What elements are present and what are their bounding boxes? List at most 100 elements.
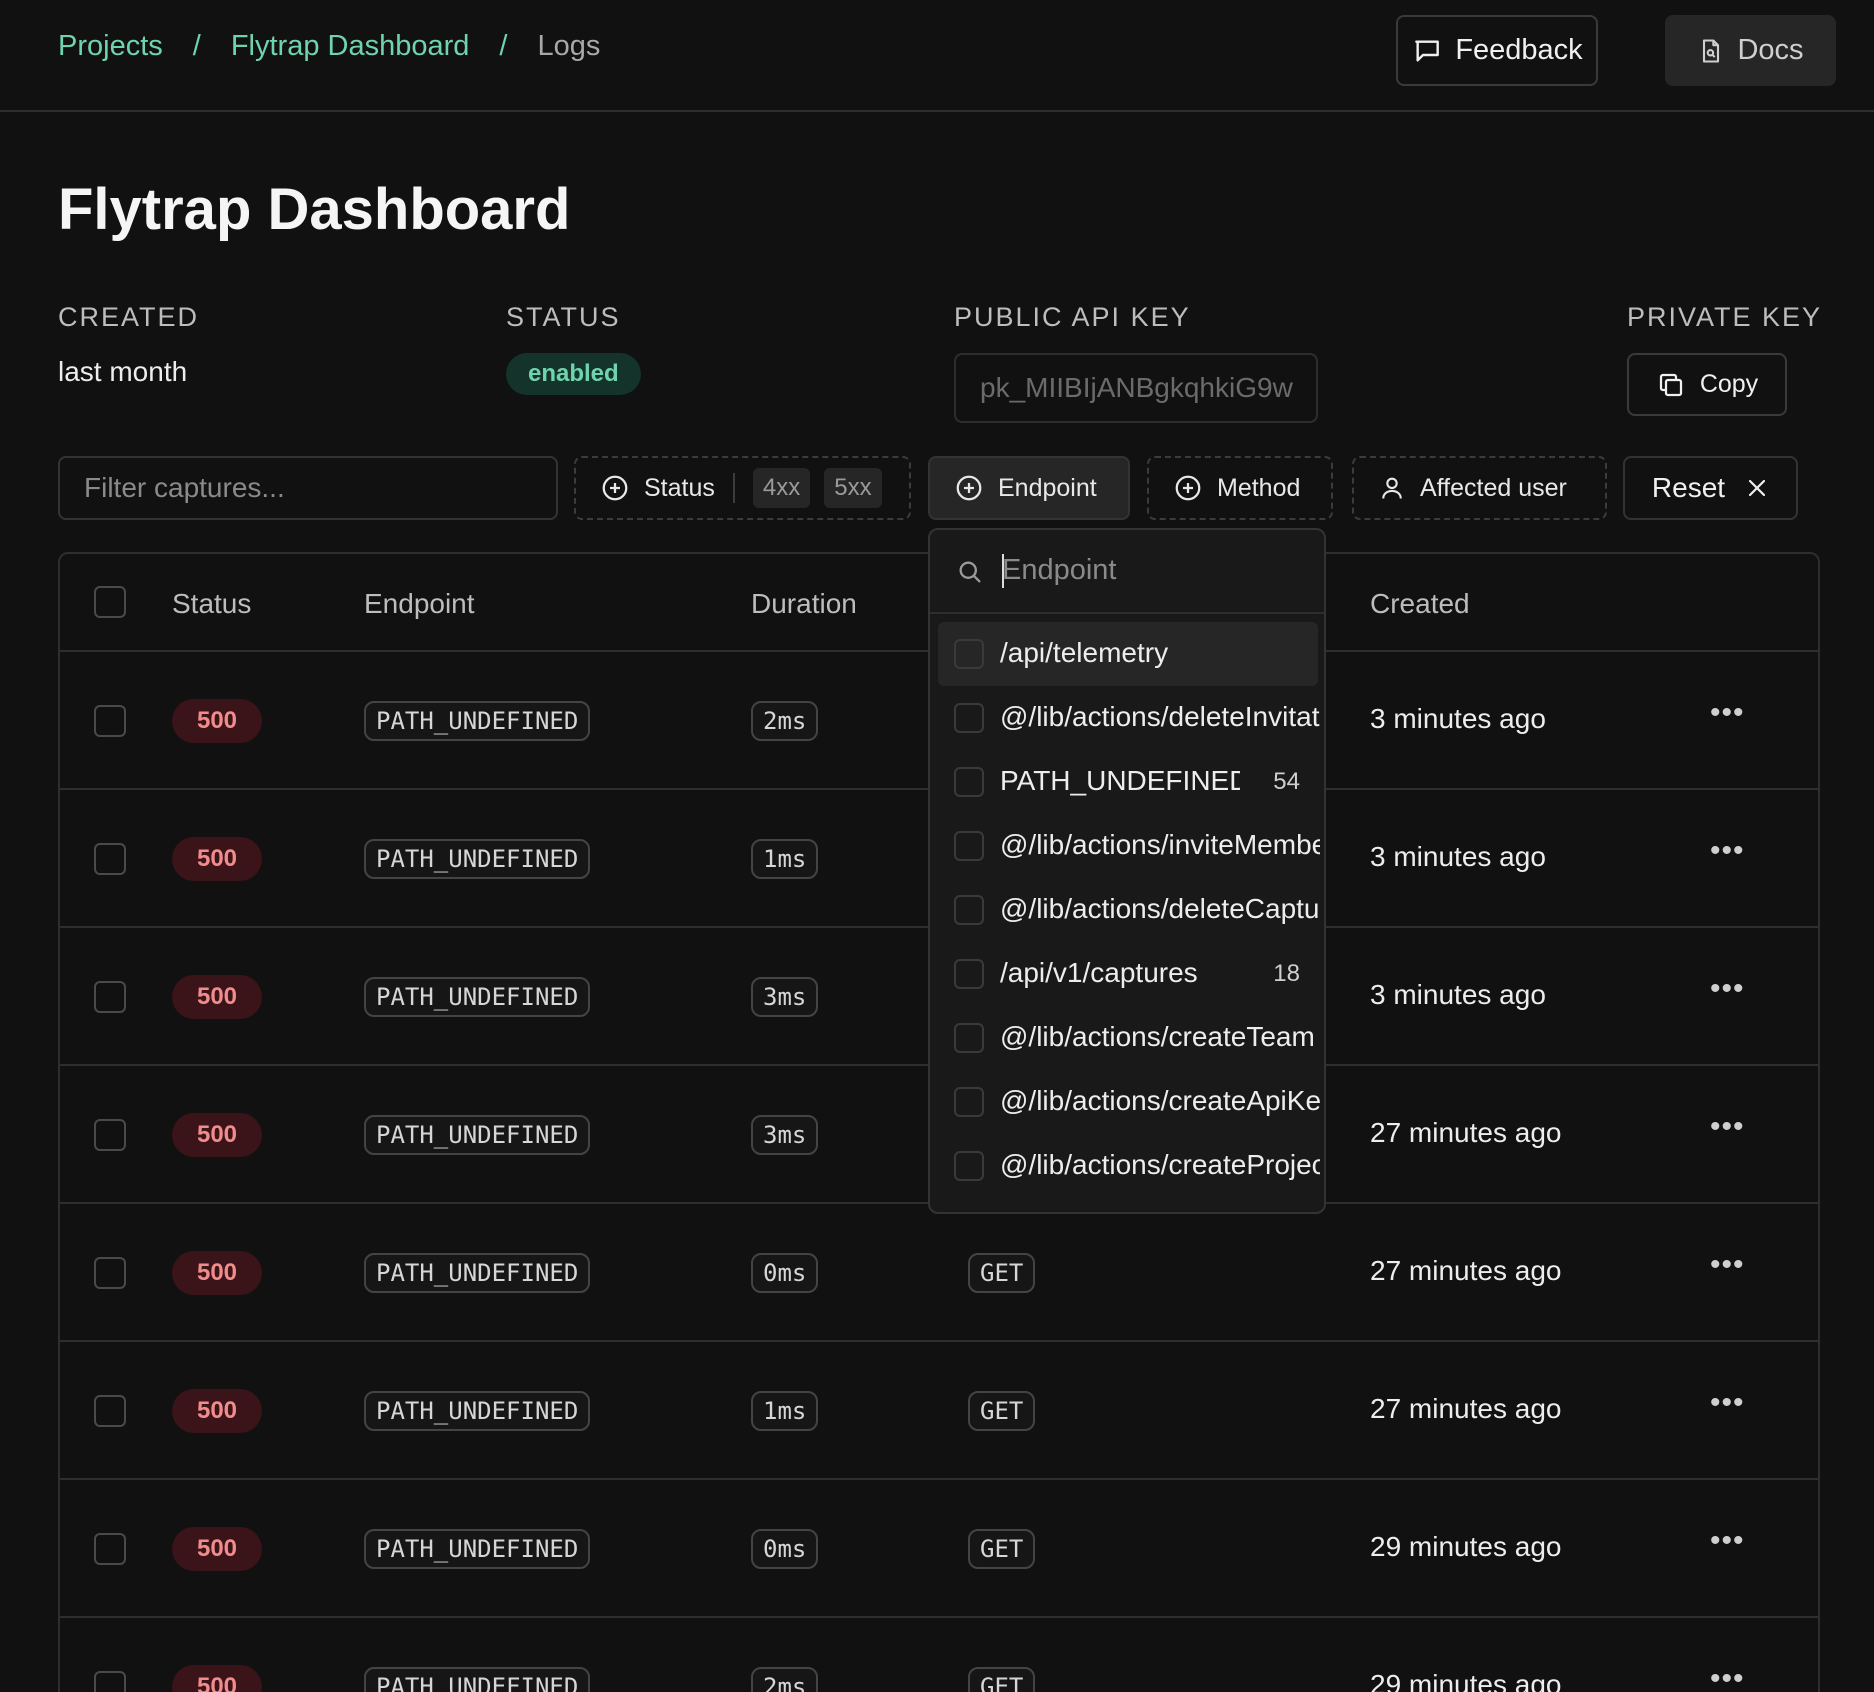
row-checkbox[interactable] <box>94 1671 126 1692</box>
status-tag-4xx: 4xx <box>752 468 811 508</box>
duration-cell: 3ms <box>751 977 819 1017</box>
close-icon <box>1748 479 1766 497</box>
row-actions-button[interactable]: ••• <box>1710 972 1745 1006</box>
endpoint-option[interactable]: @/lib/actions/deleteCapture <box>938 878 1320 942</box>
row-actions-button[interactable]: ••• <box>1710 1110 1745 1144</box>
user-icon <box>1382 477 1402 499</box>
reset-button[interactable]: Reset <box>1623 456 1798 520</box>
table-row[interactable]: 500 PATH_UNDEFINED 1ms GET 27 minutes ago ••• <box>60 1342 1818 1480</box>
row-checkbox[interactable] <box>94 705 126 737</box>
status-badge: 500 <box>172 837 262 881</box>
endpoint-option[interactable]: @/lib/actions/createProject <box>938 1134 1320 1198</box>
plus-circle-icon <box>956 475 982 501</box>
endpoint-option[interactable]: /api/telemetry <box>938 622 1318 686</box>
endpoint-option[interactable]: @/lib/actions/createApiKey <box>938 1070 1320 1134</box>
endpoint-cell: PATH_UNDEFINED <box>364 1115 591 1155</box>
chat-bubble-icon <box>1415 39 1440 62</box>
endpoint-cell: PATH_UNDEFINED <box>364 1253 591 1293</box>
created-cell: 29 minutes ago <box>1370 1531 1562 1562</box>
column-status[interactable]: Status <box>172 588 251 620</box>
filter-captures-input[interactable]: Filter captures... <box>58 456 558 520</box>
created-label: CREATED <box>58 302 200 332</box>
public-key-label: PUBLIC API KEY <box>954 302 1191 332</box>
row-actions-button[interactable]: ••• <box>1710 1386 1745 1420</box>
duration-cell: 0ms <box>751 1253 819 1293</box>
endpoint-filter-label: Endpoint <box>998 473 1097 502</box>
row-checkbox[interactable] <box>94 1395 126 1427</box>
option-checkbox[interactable] <box>954 639 984 669</box>
duration-cell: 1ms <box>751 1391 819 1431</box>
option-checkbox[interactable] <box>954 959 984 989</box>
row-actions-button[interactable]: ••• <box>1710 1524 1745 1558</box>
reset-label: Reset <box>1651 472 1726 503</box>
endpoint-cell: PATH_UNDEFINED <box>364 1391 591 1431</box>
table-row[interactable]: 500 PATH_UNDEFINED 2ms GET 29 minutes ago ••• <box>60 1618 1818 1692</box>
plus-circle-icon <box>602 475 628 501</box>
endpoint-option[interactable]: /api/v1/captures 18 <box>938 942 1318 1006</box>
option-checkbox[interactable] <box>954 1087 984 1117</box>
breadcrumb-projects[interactable]: Projects <box>58 30 163 63</box>
column-duration[interactable]: Duration <box>751 588 857 620</box>
copy-icon <box>1659 373 1682 396</box>
table-row[interactable]: 500 PATH_UNDEFINED 0ms GET 29 minutes ago ••• <box>60 1480 1818 1618</box>
method-cell: GET <box>968 1391 1036 1431</box>
created-cell: 29 minutes ago <box>1370 1669 1562 1692</box>
status-label: STATUS <box>506 302 621 332</box>
row-checkbox[interactable] <box>94 1257 126 1289</box>
private-key-label: PRIVATE KEY <box>1627 302 1823 332</box>
option-checkbox[interactable] <box>954 1023 984 1053</box>
duration-cell: 2ms <box>751 701 819 741</box>
option-label: @/lib/actions/createApiKey <box>1000 1085 1320 1116</box>
status-filter-label: Status <box>644 473 715 502</box>
feedback-button[interactable]: Feedback <box>1396 15 1598 86</box>
option-label: @/lib/actions/createProject <box>1000 1149 1320 1180</box>
docs-button[interactable]: Docs <box>1665 15 1836 86</box>
row-actions-button[interactable]: ••• <box>1710 696 1745 730</box>
endpoint-search[interactable]: Endpoint <box>930 530 1324 614</box>
page-title: Flytrap Dashboard <box>58 177 571 242</box>
endpoint-cell: PATH_UNDEFINED <box>364 1667 591 1692</box>
endpoint-cell: PATH_UNDEFINED <box>364 701 591 741</box>
copy-private-key-button[interactable]: Copy <box>1627 353 1787 416</box>
option-checkbox[interactable] <box>954 831 984 861</box>
divider <box>732 473 735 503</box>
column-endpoint[interactable]: Endpoint <box>364 588 475 620</box>
endpoint-filter[interactable]: Endpoint <box>928 456 1130 520</box>
row-actions-button[interactable]: ••• <box>1710 1662 1745 1692</box>
status-filter[interactable]: Status 4xx 5xx <box>574 456 911 520</box>
status-badge: enabled <box>506 353 641 395</box>
public-key-field[interactable]: pk_MIIBIjANBgkqhkiG9w <box>954 353 1318 423</box>
method-filter[interactable]: Method <box>1147 456 1333 520</box>
breadcrumb-separator: / <box>499 30 508 62</box>
affected-user-filter[interactable]: Affected user <box>1352 456 1607 520</box>
status-badge: 500 <box>172 1665 262 1692</box>
column-created[interactable]: Created <box>1370 588 1470 620</box>
endpoint-option[interactable]: @/lib/actions/deleteInvitation <box>938 686 1320 750</box>
option-checkbox[interactable] <box>954 895 984 925</box>
option-checkbox[interactable] <box>954 767 984 797</box>
row-checkbox[interactable] <box>94 981 126 1013</box>
option-count: 18 <box>1273 960 1300 987</box>
created-cell: 3 minutes ago <box>1370 979 1546 1010</box>
option-label: @/lib/actions/createTeam <box>1000 1021 1315 1052</box>
duration-cell: 1ms <box>751 839 819 879</box>
option-checkbox[interactable] <box>954 703 984 733</box>
breadcrumb-project[interactable]: Flytrap Dashboard <box>231 30 470 63</box>
table-row[interactable]: 500 PATH_UNDEFINED 0ms GET 27 minutes ago ••• <box>60 1204 1818 1342</box>
endpoint-option[interactable]: PATH_UNDEFINED 54 <box>938 750 1318 814</box>
duration-cell: 3ms <box>751 1115 819 1155</box>
row-checkbox[interactable] <box>94 843 126 875</box>
endpoint-cell: PATH_UNDEFINED <box>364 977 591 1017</box>
plus-circle-icon <box>1175 475 1201 501</box>
method-cell: GET <box>968 1667 1036 1692</box>
option-label: PATH_UNDEFINED <box>1000 765 1240 796</box>
row-actions-button[interactable]: ••• <box>1710 1248 1745 1282</box>
row-actions-button[interactable]: ••• <box>1710 834 1745 868</box>
method-filter-label: Method <box>1217 473 1301 502</box>
endpoint-option[interactable]: @/lib/actions/inviteMember <box>938 814 1320 878</box>
row-checkbox[interactable] <box>94 1119 126 1151</box>
endpoint-option[interactable]: @/lib/actions/createTeam <box>938 1006 1318 1070</box>
option-checkbox[interactable] <box>954 1151 984 1181</box>
row-checkbox[interactable] <box>94 1533 126 1565</box>
select-all-checkbox[interactable] <box>94 586 126 618</box>
